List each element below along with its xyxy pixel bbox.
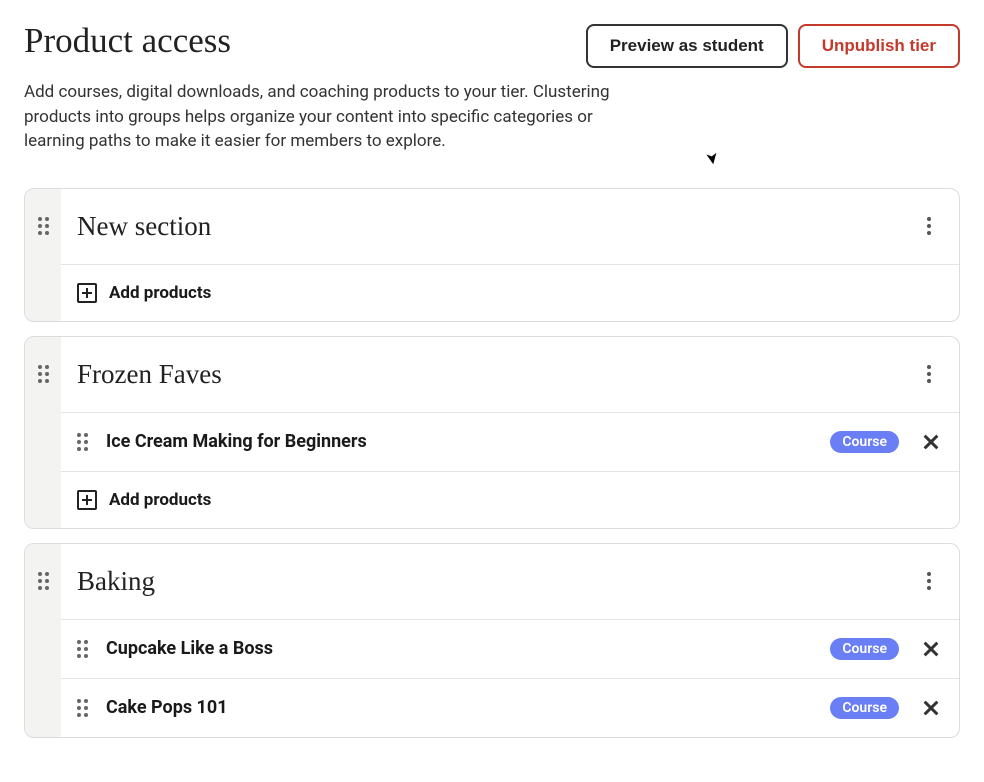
page-description: Add courses, digital downloads, and coac…: [24, 80, 624, 154]
product-row: Ice Cream Making for Beginners Course: [61, 412, 959, 471]
sections-list: New section Add products Frozen Faves: [24, 188, 960, 738]
section-header: New section: [61, 189, 959, 264]
product-type-badge: Course: [830, 431, 899, 453]
section-card: Baking Cupcake Like a Boss Course Cake P…: [24, 543, 960, 738]
section-drag-column: [25, 189, 61, 321]
section-card: Frozen Faves Ice Cream Making for Beginn…: [24, 336, 960, 529]
section-drag-column: [25, 544, 61, 737]
kebab-menu-icon[interactable]: [917, 214, 941, 238]
product-type-badge: Course: [830, 638, 899, 660]
kebab-menu-icon[interactable]: [917, 362, 941, 386]
remove-product-icon[interactable]: [921, 639, 941, 659]
product-row: Cupcake Like a Boss Course: [61, 619, 959, 678]
drag-handle-icon[interactable]: [77, 640, 88, 658]
drag-handle-icon[interactable]: [38, 572, 49, 590]
drag-handle-icon[interactable]: [38, 217, 49, 235]
drag-handle-icon[interactable]: [77, 433, 88, 451]
section-title: Baking: [77, 566, 917, 597]
plus-square-icon: [77, 283, 97, 303]
section-drag-column: [25, 337, 61, 528]
product-title: Ice Cream Making for Beginners: [106, 431, 818, 452]
product-type-badge: Course: [830, 697, 899, 719]
product-title: Cake Pops 101: [106, 697, 818, 718]
add-products-label: Add products: [109, 283, 211, 303]
preview-as-student-button[interactable]: Preview as student: [586, 24, 788, 68]
drag-handle-icon[interactable]: [38, 365, 49, 383]
product-title: Cupcake Like a Boss: [106, 638, 818, 659]
drag-handle-icon[interactable]: [77, 699, 88, 717]
remove-product-icon[interactable]: [921, 698, 941, 718]
section-header: Baking: [61, 544, 959, 619]
plus-square-icon: [77, 490, 97, 510]
add-products-button[interactable]: Add products: [61, 471, 959, 528]
section-title: New section: [77, 211, 917, 242]
page-title: Product access: [24, 20, 231, 62]
section-title: Frozen Faves: [77, 359, 917, 390]
unpublish-tier-button[interactable]: Unpublish tier: [798, 24, 960, 68]
section-card: New section Add products: [24, 188, 960, 322]
remove-product-icon[interactable]: [921, 432, 941, 452]
add-products-label: Add products: [109, 490, 211, 510]
section-header: Frozen Faves: [61, 337, 959, 412]
kebab-menu-icon[interactable]: [917, 569, 941, 593]
product-row: Cake Pops 101 Course: [61, 678, 959, 737]
add-products-button[interactable]: Add products: [61, 264, 959, 321]
header-actions: Preview as student Unpublish tier: [586, 20, 960, 68]
